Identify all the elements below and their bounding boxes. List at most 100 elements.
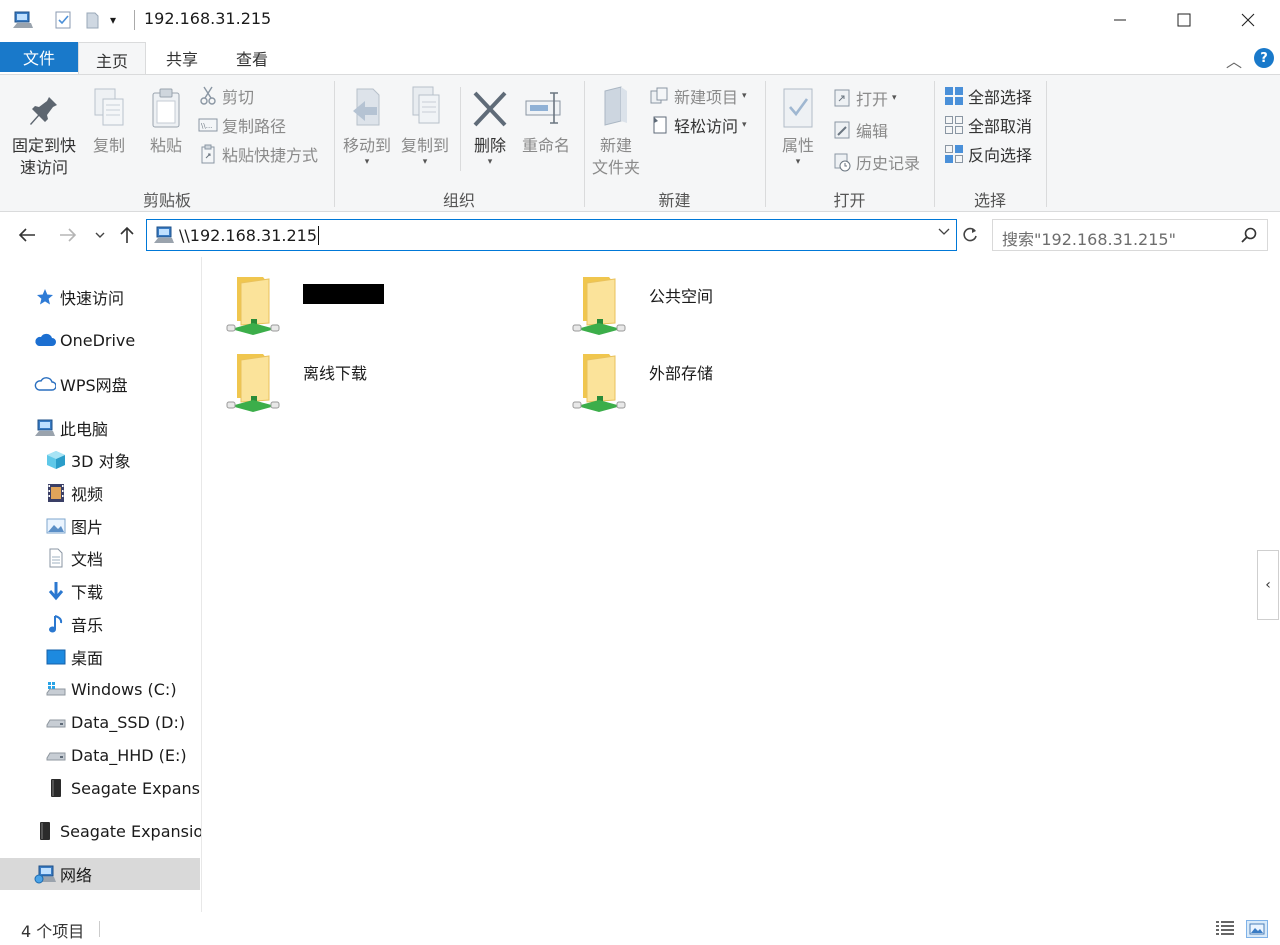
copy-button[interactable]: 复制 <box>86 81 132 157</box>
easy-access-button[interactable]: 轻松访问 ▾ <box>650 112 747 138</box>
sidebar-item-label: 快速访问 <box>60 289 125 308</box>
folder-item[interactable] <box>203 263 503 335</box>
new-folder-button[interactable]: 新建 文件夹 <box>590 81 642 179</box>
new-item-button[interactable]: 新建项目 ▾ <box>650 83 747 109</box>
sidebar-item-network[interactable]: 网络 <box>0 858 200 890</box>
cut-button[interactable]: 剪切 <box>198 83 254 109</box>
folder-item[interactable]: 公共空间 <box>549 263 849 335</box>
sidebar-item-label: 3D 对象 <box>71 452 131 471</box>
new-folder-icon[interactable] <box>84 10 104 30</box>
open-button[interactable]: 打开 ▾ <box>832 85 897 111</box>
window-title: 192.168.31.215 <box>144 9 272 28</box>
refresh-button[interactable] <box>958 223 982 247</box>
minimize-button[interactable] <box>1088 0 1152 40</box>
sidebar-item-downloads[interactable]: 下载 <box>0 575 200 607</box>
maximize-button[interactable] <box>1152 0 1216 40</box>
sidebar-item-this-pc[interactable]: 此电脑 <box>0 412 200 444</box>
text-cursor <box>318 225 320 245</box>
select-none-button[interactable]: 全部取消 <box>944 112 1032 138</box>
external-drive-icon <box>34 820 56 842</box>
pin-quick-access-button[interactable]: 固定到快 速访问 <box>8 81 80 179</box>
sidebar-item-drive-e[interactable]: Data_HHD (E:) <box>0 739 200 771</box>
select-all-button[interactable]: 全部选择 <box>944 83 1032 109</box>
new-folder-label-line1: 新建 <box>599 136 632 155</box>
status-divider <box>99 921 100 937</box>
sidebar-item-documents[interactable]: 文档 <box>0 542 200 574</box>
sidebar-item-label: 桌面 <box>71 649 104 668</box>
easy-access-label: 轻松访问 <box>674 117 739 136</box>
delete-button[interactable]: 删除 ▾ <box>468 81 512 167</box>
select-all-label: 全部选择 <box>968 88 1033 107</box>
drive-icon <box>45 744 67 766</box>
sidebar-item-pictures[interactable]: 图片 <box>0 510 200 542</box>
paste-shortcut-button[interactable]: 粘贴快捷方式 <box>198 141 318 167</box>
sidebar-item-label: 图片 <box>71 518 104 537</box>
group-label-new: 新建 <box>658 191 691 210</box>
group-label-organize: 组织 <box>442 191 475 210</box>
tab-file[interactable]: 文件 <box>0 42 78 72</box>
folder-item[interactable]: 离线下载 <box>203 340 503 412</box>
history-button[interactable]: 历史记录 <box>832 149 920 175</box>
network-share-folder-icon <box>223 273 283 335</box>
edit-button[interactable]: 编辑 <box>832 117 888 143</box>
navigation-pane: 快速访问 OneDrive WPS网盘 此电脑 3D 对象 视频 图片 文档 下… <box>0 257 202 912</box>
sidebar-item-drive-d[interactable]: Data_SSD (D:) <box>0 706 200 738</box>
delete-label: 删除 <box>473 136 506 155</box>
sidebar-item-seagate-1[interactable]: Seagate Expansion <box>0 772 201 804</box>
up-button[interactable] <box>115 223 139 247</box>
external-drive-icon <box>45 777 67 799</box>
paste-button[interactable]: 粘贴 <box>143 81 189 157</box>
sidebar-item-label: 下载 <box>71 583 104 602</box>
invert-selection-button[interactable]: 反向选择 <box>944 141 1032 167</box>
delete-dropdown-icon: ▾ <box>487 157 493 167</box>
address-bar[interactable]: \\192.168.31.215 <box>146 219 957 251</box>
cloud-outline-icon <box>34 373 56 395</box>
sidebar-item-music[interactable]: 音乐 <box>0 608 200 640</box>
sidebar-item-videos[interactable]: 视频 <box>0 477 200 509</box>
recent-locations-chevron-icon[interactable] <box>88 223 112 247</box>
large-icons-view-icon[interactable] <box>1246 920 1268 938</box>
sidebar-item-wps-drive[interactable]: WPS网盘 <box>0 368 200 400</box>
group-label-clipboard: 剪贴板 <box>142 191 191 210</box>
sidebar-item-seagate-2[interactable]: Seagate Expansion <box>0 815 201 847</box>
invert-selection-icon <box>944 144 964 164</box>
back-arrow-icon <box>18 228 35 242</box>
sidebar-item-drive-c[interactable]: Windows (C:) <box>0 673 200 705</box>
sidebar-item-desktop[interactable]: 桌面 <box>0 641 200 673</box>
rename-button[interactable]: 重命名 <box>518 81 574 157</box>
tab-view[interactable]: 查看 <box>218 42 286 74</box>
tab-home[interactable]: 主页 <box>78 42 146 76</box>
copy-path-label: 复制路径 <box>222 117 287 136</box>
customize-toolbar-chevron-icon[interactable]: ▾ <box>110 13 130 33</box>
tab-share[interactable]: 共享 <box>148 42 216 74</box>
sidebar-item-label: WPS网盘 <box>60 376 128 395</box>
collapse-ribbon-chevron-icon[interactable]: ︿ <box>1226 48 1242 72</box>
sidebar-item-onedrive[interactable]: OneDrive <box>0 324 200 356</box>
close-button[interactable] <box>1216 0 1280 40</box>
music-icon <box>45 613 67 635</box>
move-to-dropdown-icon: ▾ <box>364 157 370 167</box>
move-to-button[interactable]: 移动到 ▾ <box>340 81 394 167</box>
properties-icon[interactable] <box>54 10 74 30</box>
forward-button[interactable] <box>56 223 80 247</box>
expand-panel-button[interactable]: ‹ <box>1257 550 1279 620</box>
search-icon[interactable] <box>1241 227 1257 247</box>
address-path[interactable]: \\192.168.31.215 <box>179 226 317 245</box>
sidebar-item-quick-access[interactable]: 快速访问 <box>0 281 200 313</box>
sidebar-item-label: Data_HHD (E:) <box>71 745 187 765</box>
group-label-select: 选择 <box>973 191 1006 210</box>
back-button[interactable] <box>15 223 39 247</box>
search-box[interactable]: 搜索"192.168.31.215" <box>992 219 1268 251</box>
folder-item[interactable]: 外部存储 <box>549 340 849 412</box>
address-dropdown-icon[interactable] <box>938 228 950 236</box>
select-all-icon <box>944 86 964 106</box>
download-icon <box>45 580 67 602</box>
sidebar-item-3d-objects[interactable]: 3D 对象 <box>0 444 200 476</box>
properties-button[interactable]: 属性 ▾ <box>774 81 822 167</box>
details-view-icon[interactable] <box>1215 920 1235 940</box>
copy-to-button[interactable]: 复制到 ▾ <box>398 81 452 167</box>
computer-icon <box>12 10 33 30</box>
help-icon[interactable]: ? <box>1254 48 1274 68</box>
desktop-icon <box>45 646 67 668</box>
copy-path-button[interactable]: \\... 复制路径 <box>198 112 286 138</box>
